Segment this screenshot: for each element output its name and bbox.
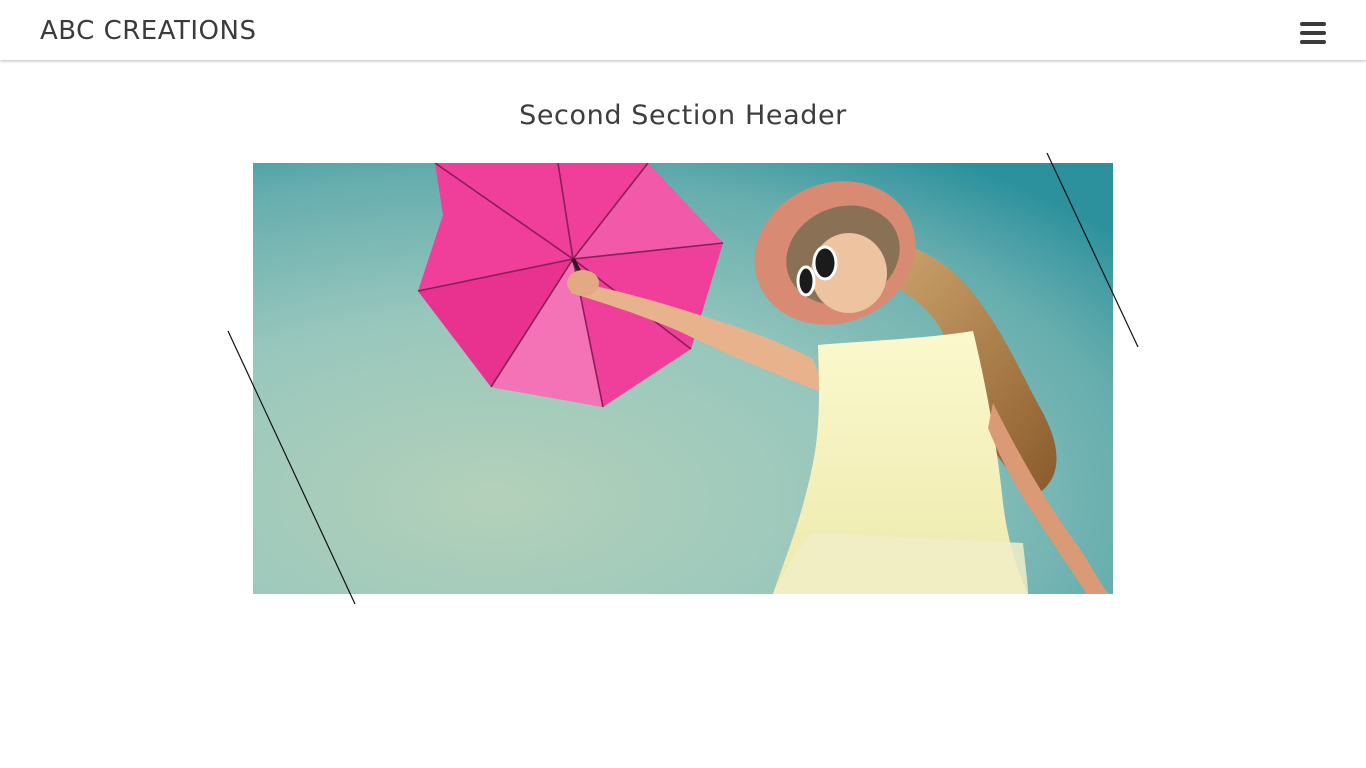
hamburger-menu-icon[interactable] bbox=[1300, 22, 1326, 46]
hero-photo-illustration bbox=[253, 163, 1113, 594]
brand-logo-text[interactable]: ABC CREATIONS bbox=[40, 14, 256, 48]
section-title: Second Section Header bbox=[519, 100, 847, 131]
menu-bar-line bbox=[1300, 31, 1326, 35]
menu-bar-line bbox=[1300, 40, 1326, 44]
menu-bar-line bbox=[1300, 22, 1326, 26]
hero-image bbox=[253, 163, 1113, 594]
top-navigation-bar: ABC CREATIONS bbox=[0, 0, 1366, 60]
